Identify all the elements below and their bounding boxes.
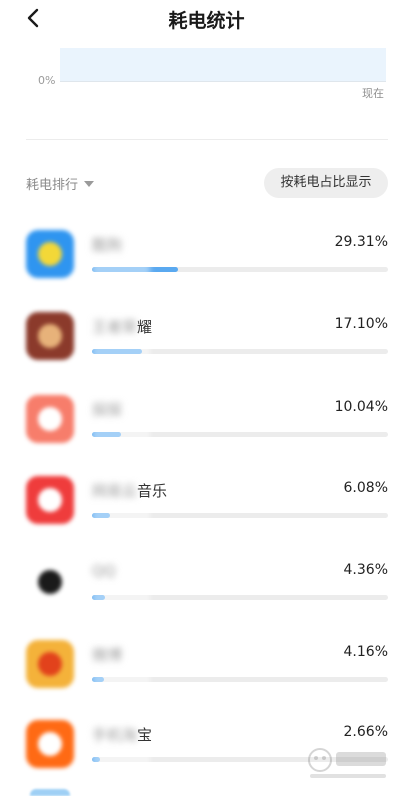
app-icon-penguin (26, 558, 74, 606)
privacy-blur (92, 588, 150, 606)
usage-percent: 29.31% (334, 234, 388, 250)
app-name-obscured: 王者荣 (92, 318, 138, 336)
privacy-blur (92, 670, 150, 688)
usage-percent: 6.08% (343, 480, 388, 496)
chart-x-axis (60, 81, 386, 82)
chart-y-zero-label: 0% (38, 74, 56, 87)
app-name-obscured: 网易云 (92, 482, 138, 500)
usage-percent: 4.36% (343, 562, 388, 578)
app-icon-glyph (38, 652, 62, 676)
usage-percent: 2.66% (343, 724, 388, 740)
app-name: 王者荣耀 (92, 316, 152, 337)
app-icon-glyph (38, 407, 62, 431)
app-name: 探探 (92, 399, 122, 420)
app-icon-taobao (26, 720, 74, 768)
app-row[interactable]: 微博 4.16% (0, 640, 413, 710)
app-icon-glyph (38, 570, 62, 594)
app-name-obscured: 探探 (92, 401, 123, 419)
app-name: QQ (92, 562, 116, 580)
privacy-blur (92, 425, 150, 443)
app-icon-music (26, 476, 74, 524)
display-mode-button[interactable]: 按耗电占比显示 (264, 168, 388, 198)
usage-percent: 4.16% (343, 644, 388, 660)
watermark-logo (300, 742, 390, 782)
app-name: 酷狗 (92, 234, 122, 255)
header: 耗电统计 (0, 0, 413, 36)
app-row[interactable]: 网易云音乐 6.08% (0, 476, 413, 546)
app-name: 手机淘宝 (92, 724, 152, 745)
app-name-visible: 耀 (137, 318, 153, 336)
app-icon-game (26, 312, 74, 360)
sort-dropdown-label: 耗电排行 (26, 178, 79, 193)
app-icon-glyph (38, 732, 62, 756)
chart-fill-area (60, 48, 386, 81)
caret-down-icon (84, 180, 95, 187)
usage-percent: 10.04% (334, 399, 388, 415)
app-name-obscured: QQ (92, 562, 116, 580)
app-icon-weibo (26, 640, 74, 688)
app-name-visible: 音乐 (137, 482, 168, 500)
app-name: 微博 (92, 644, 122, 665)
app-icon-glyph (38, 488, 62, 512)
app-icon-glyph (38, 242, 62, 266)
privacy-blur (92, 260, 150, 278)
app-name-obscured: 微博 (92, 646, 123, 664)
partial-app-icon (30, 789, 70, 796)
app-row[interactable]: 探探 10.04% (0, 395, 413, 465)
app-icon-yellow (26, 230, 74, 278)
battery-usage-chart: 0% 现在 (0, 40, 413, 110)
app-name-obscured: 酷狗 (92, 236, 123, 254)
section-divider (26, 139, 388, 140)
privacy-blur (92, 506, 150, 524)
app-row[interactable]: QQ 4.36% (0, 558, 413, 628)
app-row[interactable]: 王者荣耀 17.10% (0, 312, 413, 382)
page-title: 耗电统计 (168, 10, 245, 32)
app-icon-coral (26, 395, 74, 443)
app-name-visible: 宝 (137, 726, 153, 744)
privacy-blur (92, 750, 150, 768)
privacy-blur (92, 342, 150, 360)
chart-x-now-label: 现在 (362, 87, 384, 100)
app-row[interactable]: 酷狗 29.31% (0, 230, 413, 300)
usage-percent: 17.10% (334, 316, 388, 332)
app-icon-glyph (38, 324, 62, 348)
app-name: 网易云音乐 (92, 480, 167, 501)
app-name-obscured: 手机淘 (92, 726, 138, 744)
sort-dropdown[interactable]: 耗电排行 (26, 174, 95, 193)
